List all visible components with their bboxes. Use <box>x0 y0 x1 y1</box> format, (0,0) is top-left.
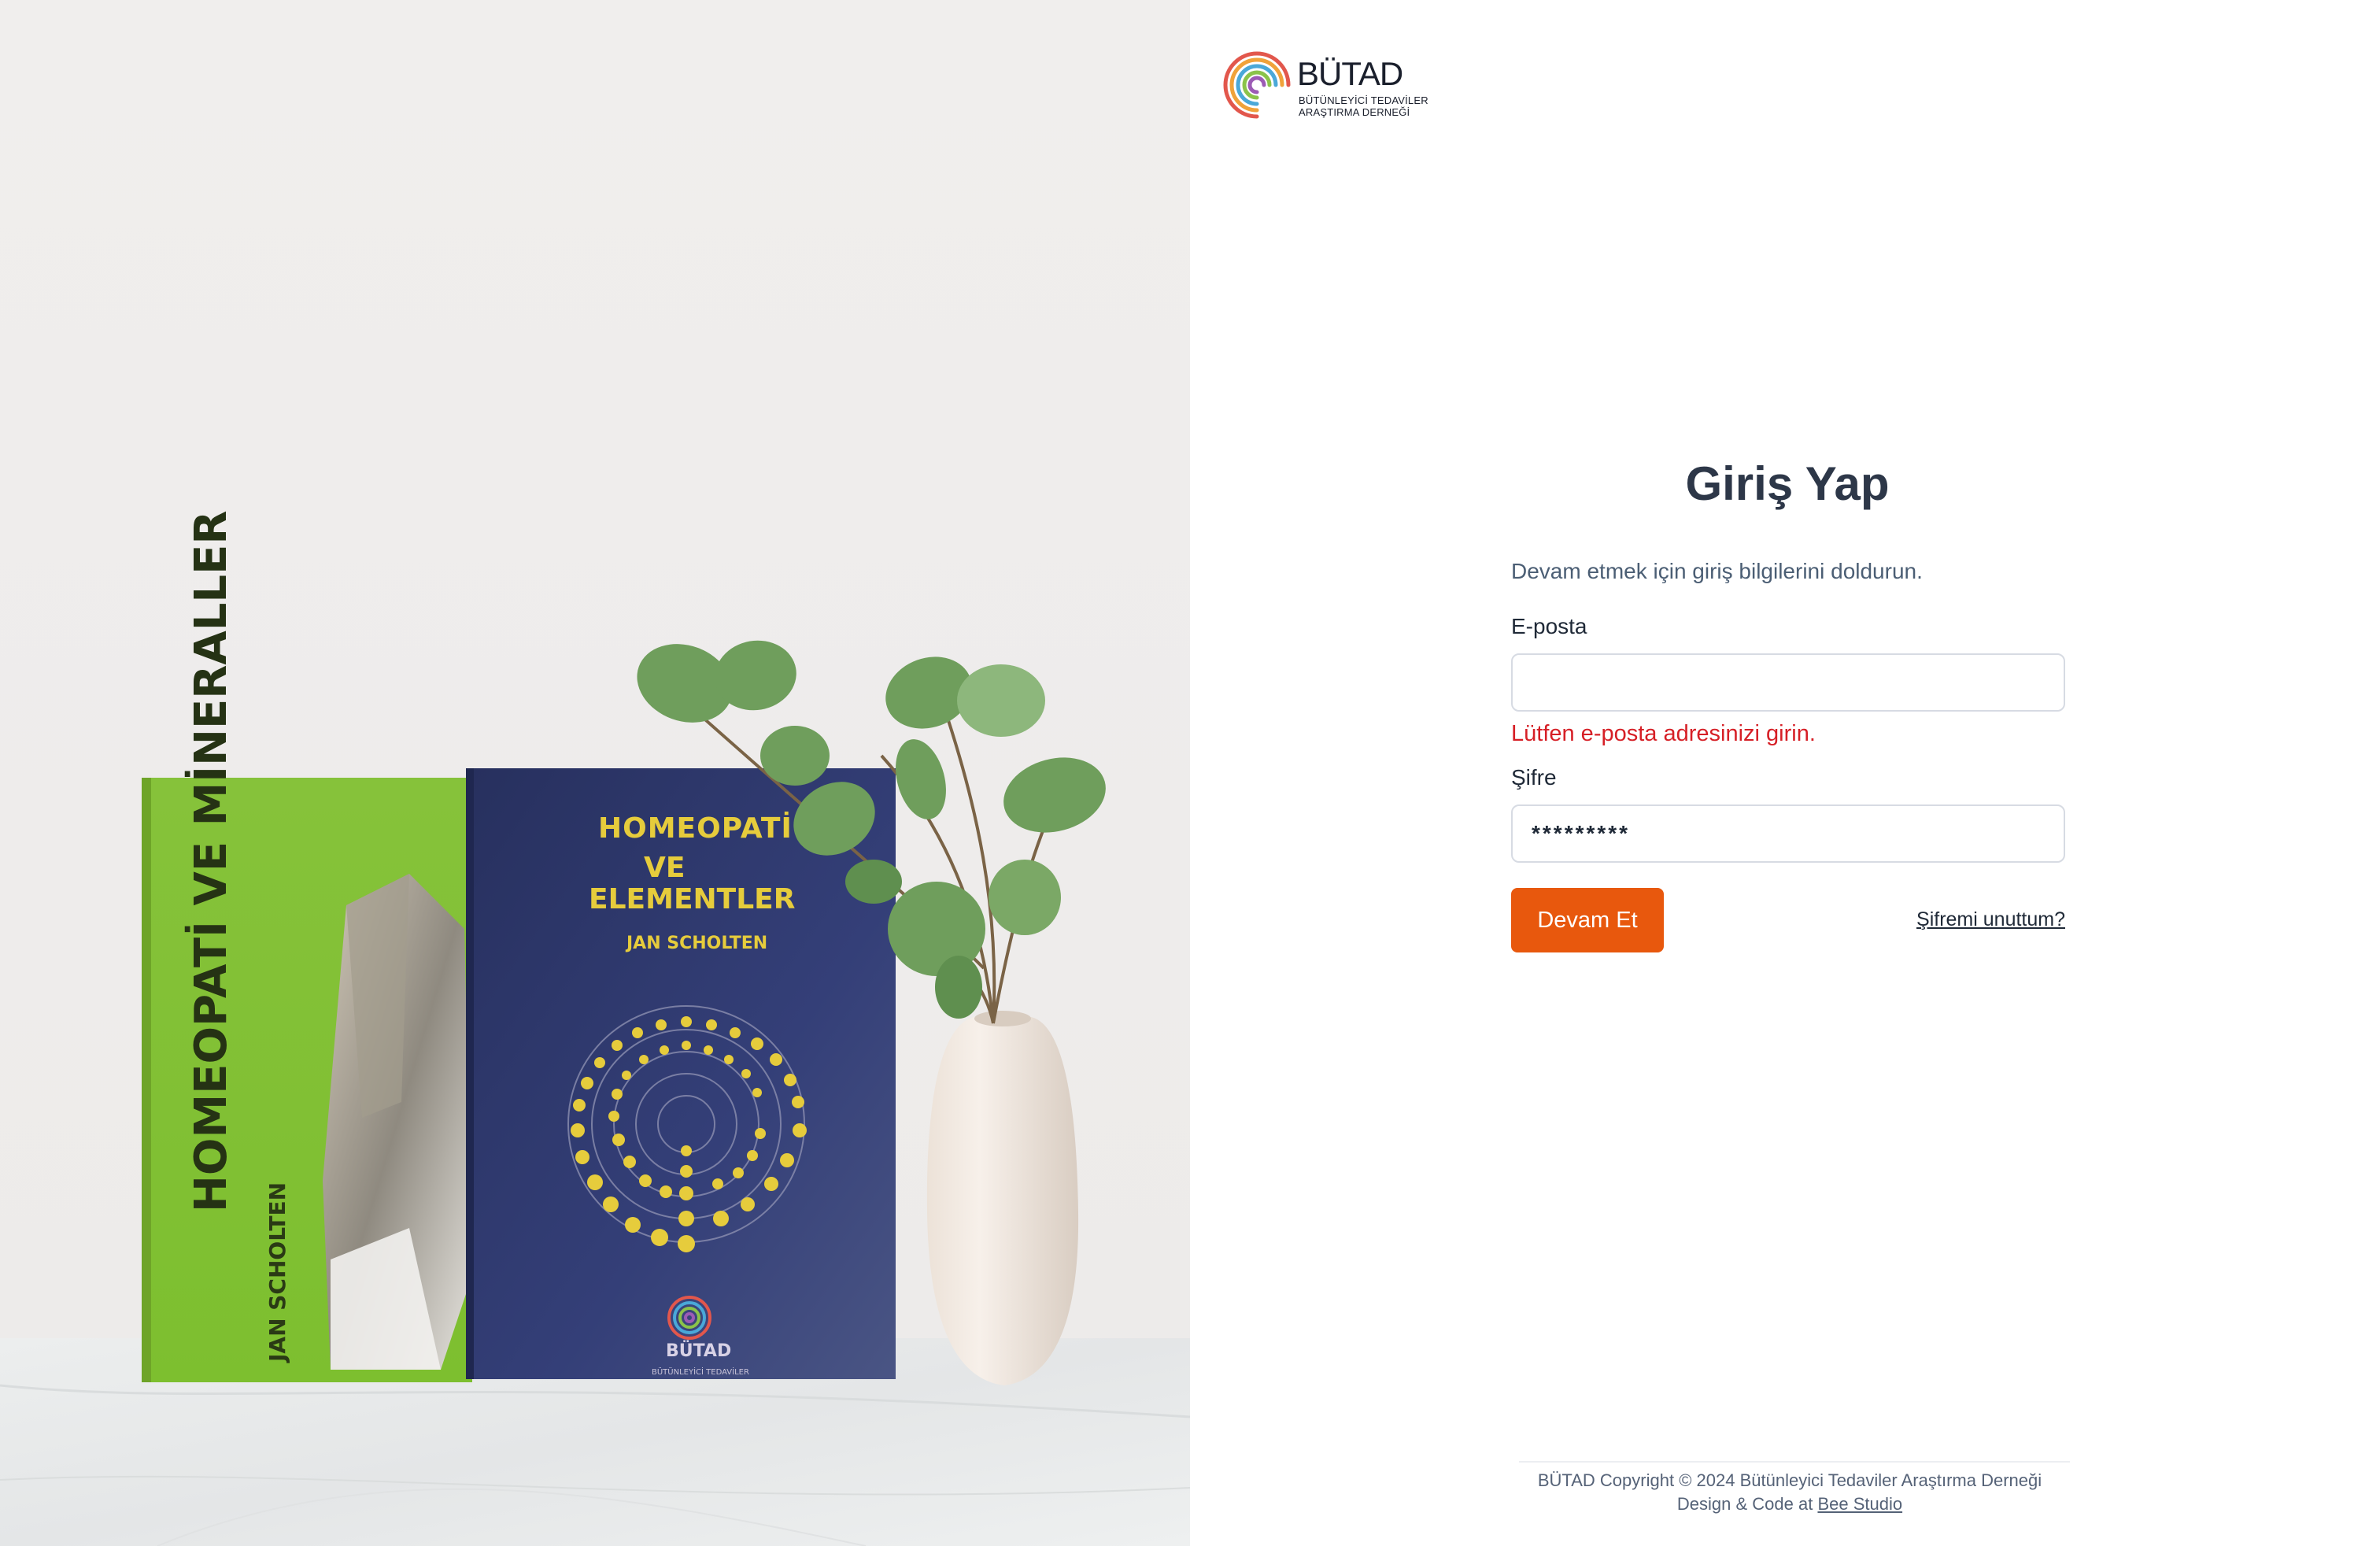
footer-copyright: BÜTAD Copyright © 2024 Bütünleyici Tedav… <box>1510 1469 2070 1492</box>
bee-studio-link[interactable]: Bee Studio <box>1817 1494 1902 1514</box>
login-panel: BÜTAD BÜTÜNLEYİCİ TEDAVİLER ARAŞTIRMA DE… <box>1190 0 2380 1546</box>
book-blue-title-3: ELEMENTLER <box>589 883 796 915</box>
footer-credit: Design & Code at Bee Studio <box>1510 1492 2070 1516</box>
book-blue-title-2: VE <box>644 852 686 884</box>
brand-logo[interactable]: BÜTAD BÜTÜNLEYİCİ TEDAVİLER ARAŞTIRMA DE… <box>1223 47 1428 123</box>
password-field[interactable]: ********* <box>1511 804 2065 863</box>
brand-subtitle-line1: BÜTÜNLEYİCİ TEDAVİLER <box>1299 94 1428 106</box>
email-field[interactable] <box>1511 653 2065 712</box>
footer-copyright-text: 2024 Bütünleyici Tedaviler Araştırma Der… <box>1696 1470 2042 1490</box>
book-green-title-wrap: HOMEOPATİ VE MİNERALLER <box>186 370 241 1212</box>
book-green-author: JAN SCHOLTEN <box>264 1182 290 1362</box>
footer-divider <box>1519 1461 2070 1463</box>
page-subtitle: Devam etmek için giriş bilgilerini doldu… <box>1511 559 1923 583</box>
brand-name: BÜTAD <box>1297 55 1403 92</box>
brand-subtitle: BÜTÜNLEYİCİ TEDAVİLER ARAŞTIRMA DERNEĞİ <box>1299 94 1428 118</box>
book-blue-author: JAN SCHOLTEN <box>626 934 768 953</box>
brand-subtitle-line2: ARAŞTIRMA DERNEĞİ <box>1299 106 1410 118</box>
page-title: Giriş Yap <box>1685 457 1890 510</box>
book-blue-title-1: HOMEOPATİ <box>598 812 793 845</box>
footer: BÜTAD Copyright © 2024 Bütünleyici Tedav… <box>1510 1469 2070 1516</box>
submit-button[interactable]: Devam Et <box>1511 888 1664 952</box>
book-green-title: HOMEOPATİ VE MİNERALLER <box>186 510 237 1212</box>
book-blue-logo-text: BÜTAD <box>666 1341 732 1361</box>
hero-illustration <box>0 0 1190 1546</box>
email-label: E-posta <box>1511 614 1587 638</box>
hero-image: HOMEOPATİ VE MİNERALLER JAN SCHOLTEN HOM… <box>0 0 1190 1546</box>
footer-credit-prefix: Design & Code at <box>1676 1494 1813 1514</box>
spiral-logo-icon <box>1223 51 1291 119</box>
password-label: Şifre <box>1511 765 1557 790</box>
email-error-message: Lütfen e-posta adresinizi girin. <box>1511 721 1816 746</box>
copyright-icon: © <box>1679 1470 1692 1490</box>
footer-copyright-prefix: BÜTAD Copyright <box>1537 1470 1675 1490</box>
forgot-password-link[interactable]: Şifremi unuttum? <box>1916 908 2065 931</box>
book-blue-logo-sub: BÜTÜNLEYİCİ TEDAVİLER <box>652 1368 749 1377</box>
